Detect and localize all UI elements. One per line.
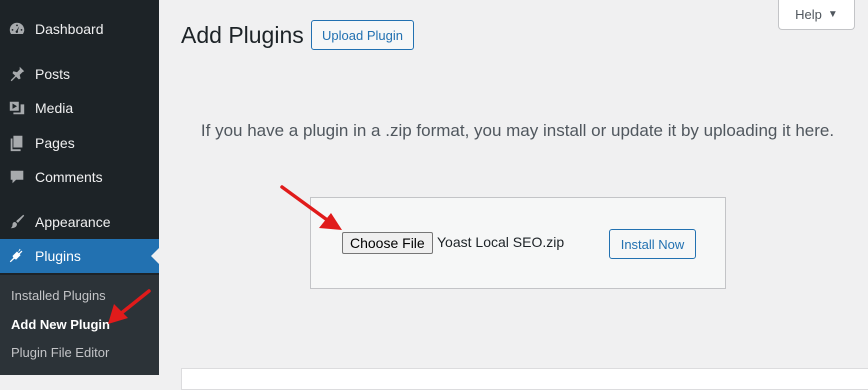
sidebar-item-label: Plugins bbox=[35, 248, 81, 264]
choose-file-button[interactable]: Choose File bbox=[342, 232, 433, 254]
sidebar-item-label: Pages bbox=[35, 135, 75, 151]
sidebar-item-plugins[interactable]: Plugins bbox=[0, 239, 159, 273]
plugin-list-panel bbox=[181, 368, 868, 390]
pages-icon bbox=[7, 133, 27, 153]
sidebar-item-dashboard[interactable]: Dashboard bbox=[0, 12, 159, 46]
pin-icon bbox=[7, 64, 27, 84]
sidebar-item-comments[interactable]: Comments bbox=[0, 160, 159, 194]
plugins-submenu: Installed Plugins Add New Plugin Plugin … bbox=[0, 275, 159, 375]
submenu-item-plugin-file-editor[interactable]: Plugin File Editor bbox=[11, 345, 109, 360]
upload-instructions: If you have a plugin in a .zip format, y… bbox=[200, 121, 835, 140]
brush-icon bbox=[7, 212, 27, 232]
upload-form: Choose File Yoast Local SEO.zip Install … bbox=[310, 197, 726, 289]
submenu-item-add-new-plugin[interactable]: Add New Plugin bbox=[11, 317, 110, 332]
page-title: Add Plugins bbox=[181, 22, 304, 48]
sidebar-item-label: Posts bbox=[35, 66, 71, 82]
submenu-item-installed-plugins[interactable]: Installed Plugins bbox=[11, 288, 106, 303]
media-icon bbox=[7, 98, 27, 118]
sidebar-item-posts[interactable]: Posts bbox=[0, 57, 159, 91]
sidebar-item-appearance[interactable]: Appearance bbox=[0, 205, 159, 239]
sidebar-item-label: Dashboard bbox=[35, 21, 104, 37]
sidebar-item-media[interactable]: Media bbox=[0, 91, 159, 125]
sidebar-item-label: Appearance bbox=[35, 214, 111, 230]
install-now-button[interactable]: Install Now bbox=[609, 229, 696, 259]
comment-icon bbox=[7, 167, 27, 187]
active-indicator bbox=[151, 248, 159, 264]
sidebar-item-label: Media bbox=[35, 100, 74, 116]
help-tab[interactable]: Help ▼ bbox=[778, 0, 855, 30]
dashboard-icon bbox=[7, 19, 27, 39]
sidebar-item-pages[interactable]: Pages bbox=[0, 126, 159, 160]
upload-plugin-button[interactable]: Upload Plugin bbox=[311, 20, 414, 50]
sidebar-item-label: Comments bbox=[35, 169, 103, 185]
help-label: Help bbox=[795, 6, 822, 22]
admin-sidebar: Dashboard Posts Media Pages Comments App… bbox=[0, 0, 159, 375]
plugin-icon bbox=[7, 246, 27, 266]
selected-file-name: Yoast Local SEO.zip bbox=[437, 234, 565, 250]
chevron-down-icon: ▼ bbox=[827, 8, 838, 20]
